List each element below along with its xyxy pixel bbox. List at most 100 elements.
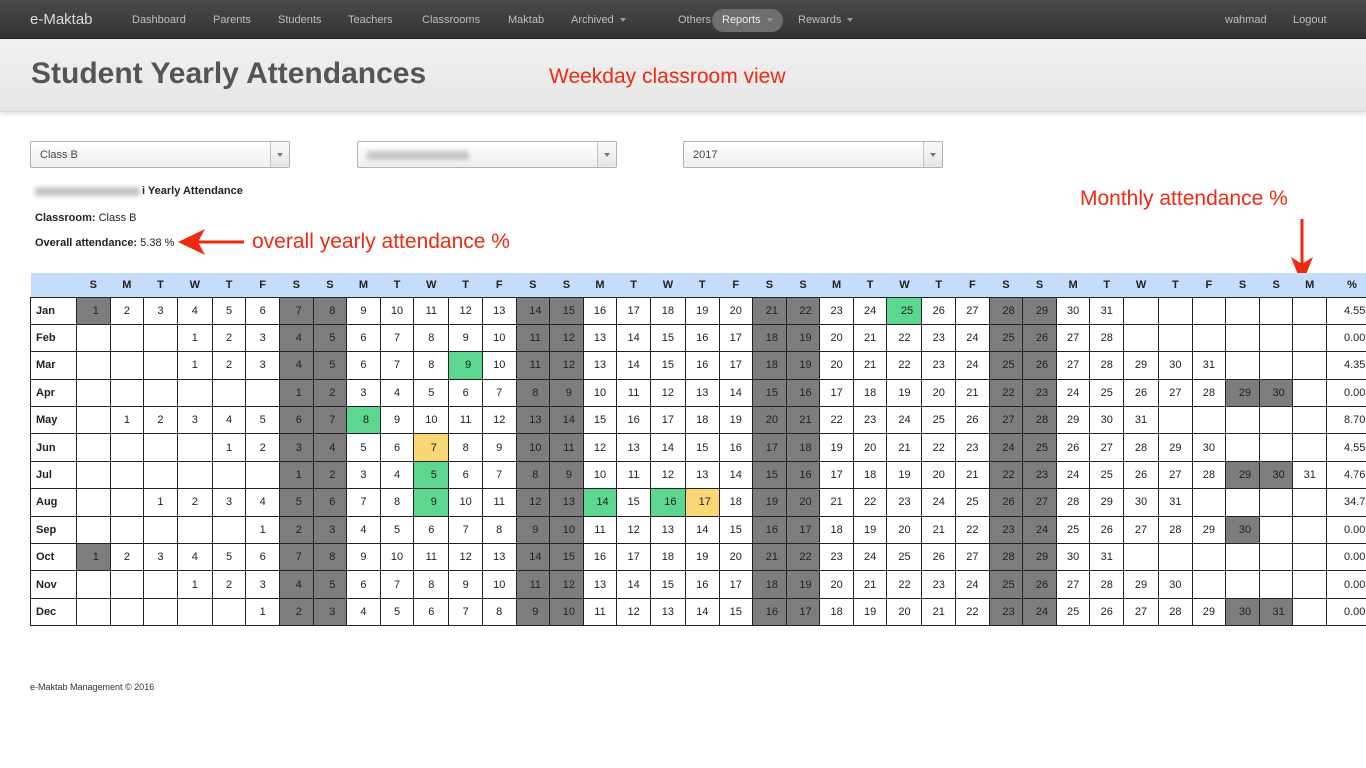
day-cell[interactable]: 12 [616, 597, 651, 627]
logout-link[interactable]: Logout [1283, 9, 1337, 32]
day-cell[interactable]: 14 [684, 515, 720, 545]
day-cell[interactable]: 18 [852, 460, 888, 490]
day-cell-weekend[interactable]: 26 [1022, 323, 1057, 353]
day-cell[interactable]: 31 [1158, 488, 1193, 517]
day-cell[interactable]: 18 [684, 406, 720, 435]
day-cell[interactable]: 13 [582, 351, 618, 380]
day-cell[interactable]: 19 [684, 543, 720, 572]
day-cell[interactable]: 20 [819, 323, 854, 353]
day-cell[interactable]: 15 [649, 570, 686, 599]
day-cell-present[interactable]: 14 [582, 488, 618, 517]
day-cell-weekend[interactable]: 4 [312, 433, 348, 462]
day-cell[interactable]: 22 [886, 323, 923, 353]
day-cell[interactable]: 26 [921, 296, 957, 325]
day-cell-weekend[interactable]: 28 [988, 296, 1024, 325]
day-cell-weekend[interactable]: 26 [988, 488, 1024, 517]
day-cell-weekend[interactable]: 4 [278, 570, 314, 599]
day-cell[interactable]: 25 [955, 488, 990, 517]
day-cell[interactable]: 2 [143, 406, 178, 435]
day-cell[interactable]: 3 [143, 543, 178, 572]
day-cell[interactable]: 3 [211, 488, 247, 517]
day-cell[interactable]: 26 [1089, 597, 1125, 627]
day-cell[interactable]: 27 [1123, 597, 1160, 627]
day-cell[interactable]: 25 [921, 406, 957, 435]
day-cell-weekend[interactable]: 14 [515, 296, 551, 325]
day-cell-weekend[interactable]: 23 [988, 597, 1024, 627]
day-cell[interactable]: 16 [684, 351, 720, 380]
day-cell[interactable]: 19 [886, 378, 923, 408]
day-cell[interactable]: 16 [718, 433, 754, 462]
day-cell[interactable]: 20 [852, 433, 888, 462]
day-cell[interactable]: 2 [109, 296, 145, 325]
day-cell[interactable]: 12 [649, 460, 686, 490]
day-cell[interactable]: 5 [211, 296, 247, 325]
day-cell[interactable]: 1 [176, 323, 213, 353]
day-cell[interactable]: 14 [649, 433, 686, 462]
day-cell[interactable]: 29 [1123, 570, 1160, 599]
day-cell[interactable]: 24 [955, 351, 990, 380]
day-cell[interactable]: 6 [245, 543, 280, 572]
day-cell[interactable]: 25 [886, 543, 923, 572]
day-cell-weekend[interactable]: 15 [549, 543, 584, 572]
day-cell[interactable]: 12 [616, 515, 651, 545]
day-cell[interactable]: 22 [886, 351, 923, 380]
day-cell[interactable]: 11 [448, 406, 483, 435]
day-cell[interactable]: 1 [109, 406, 145, 435]
day-cell[interactable]: 24 [852, 543, 888, 572]
day-cell[interactable]: 11 [413, 543, 450, 572]
day-cell-weekend[interactable]: 2 [278, 515, 314, 545]
day-cell[interactable]: 28 [1089, 351, 1125, 380]
day-cell[interactable]: 5 [379, 515, 415, 545]
day-cell[interactable]: 20 [921, 460, 957, 490]
day-cell-weekend[interactable]: 17 [785, 515, 821, 545]
day-cell[interactable]: 20 [886, 515, 923, 545]
day-cell[interactable]: 8 [413, 323, 450, 353]
day-cell[interactable]: 8 [379, 488, 415, 517]
day-cell[interactable]: 30 [1123, 488, 1160, 517]
day-cell[interactable]: 31 [1089, 296, 1125, 325]
nav-classrooms[interactable]: Classrooms [412, 9, 490, 32]
day-cell-weekend[interactable]: 28 [1022, 406, 1057, 435]
day-cell-weekend[interactable]: 13 [515, 406, 551, 435]
day-cell-weekend[interactable]: 5 [312, 323, 348, 353]
day-cell-weekend[interactable]: 18 [785, 433, 821, 462]
day-cell[interactable]: 15 [718, 515, 754, 545]
day-cell[interactable]: 17 [649, 406, 686, 435]
day-cell-weekend[interactable]: 8 [515, 460, 551, 490]
day-cell[interactable]: 5 [379, 597, 415, 627]
day-cell[interactable]: 22 [955, 515, 990, 545]
day-cell[interactable]: 26 [955, 406, 990, 435]
day-cell[interactable]: 21 [886, 433, 923, 462]
day-cell-weekend[interactable]: 1 [76, 543, 111, 572]
day-cell[interactable]: 13 [684, 460, 720, 490]
day-cell-weekend[interactable]: 19 [785, 351, 821, 380]
chevron-down-icon[interactable] [923, 142, 942, 167]
day-cell[interactable]: 19 [718, 406, 754, 435]
day-cell-weekend[interactable]: 26 [1022, 351, 1057, 380]
day-cell-weekend[interactable]: 25 [988, 323, 1024, 353]
day-cell[interactable]: 28 [1089, 570, 1125, 599]
day-cell[interactable]: 13 [684, 378, 720, 408]
day-cell-weekend[interactable]: 8 [515, 378, 551, 408]
nav-archived[interactable]: Archived [561, 9, 636, 32]
day-cell[interactable]: 6 [413, 597, 450, 627]
day-cell[interactable]: 12 [649, 378, 686, 408]
day-cell[interactable]: 21 [921, 597, 957, 627]
day-cell[interactable]: 1 [211, 433, 247, 462]
day-cell-weekend[interactable]: 21 [752, 543, 787, 572]
day-cell[interactable]: 27 [1055, 351, 1091, 380]
day-cell[interactable]: 16 [582, 543, 618, 572]
day-cell[interactable]: 22 [852, 488, 888, 517]
day-cell[interactable]: 15 [649, 351, 686, 380]
day-cell-weekend[interactable]: 22 [988, 460, 1024, 490]
day-cell[interactable]: 13 [649, 597, 686, 627]
day-cell[interactable]: 9 [346, 543, 381, 572]
day-cell-late[interactable]: 7 [413, 433, 450, 462]
day-cell-weekend[interactable]: 9 [549, 378, 584, 408]
chevron-down-icon[interactable] [270, 142, 289, 167]
day-cell[interactable]: 19 [852, 515, 888, 545]
day-cell[interactable]: 6 [413, 515, 450, 545]
day-cell-weekend[interactable]: 1 [278, 378, 314, 408]
day-cell-weekend[interactable]: 3 [312, 515, 348, 545]
day-cell[interactable]: 4 [346, 597, 381, 627]
